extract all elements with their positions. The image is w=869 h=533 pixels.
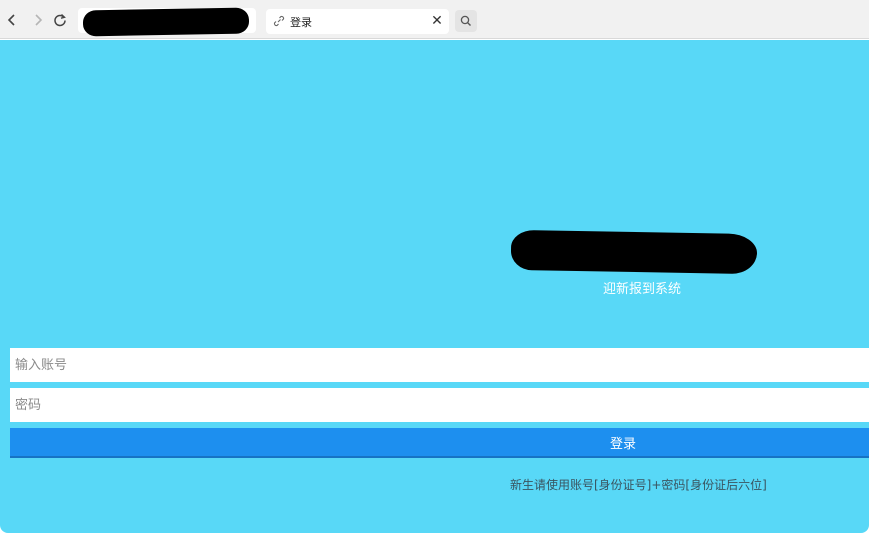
link-icon bbox=[273, 15, 285, 27]
login-hint: 新生请使用账号[身份证号]+密码[身份证后六位] bbox=[510, 478, 767, 492]
browser-toolbar: 登录 ✕ bbox=[0, 0, 869, 39]
chevron-left-icon bbox=[7, 14, 15, 26]
close-icon[interactable]: ✕ bbox=[429, 12, 445, 30]
browser-window: 登录 ✕ 迎新报到系统 登录 新生请使用账号[身份证号]+密码[身份证后六位] bbox=[0, 0, 869, 533]
login-button[interactable]: 登录 bbox=[10, 428, 869, 458]
system-subtitle: 迎新报到系统 bbox=[602, 282, 681, 297]
account-input[interactable] bbox=[10, 348, 869, 382]
forward-button[interactable] bbox=[28, 10, 48, 30]
back-button[interactable] bbox=[2, 10, 22, 30]
login-page: 迎新报到系统 登录 新生请使用账号[身份证号]+密码[身份证后六位] bbox=[0, 40, 869, 533]
reload-icon bbox=[54, 13, 66, 27]
search-icon bbox=[460, 15, 471, 26]
password-input[interactable] bbox=[10, 388, 869, 422]
chevron-right-icon bbox=[35, 14, 43, 26]
redaction-mark bbox=[510, 229, 758, 275]
redaction-mark bbox=[82, 7, 250, 37]
tab-title: 登录 bbox=[290, 16, 312, 29]
search-button[interactable] bbox=[455, 10, 477, 32]
tab-login[interactable]: 登录 ✕ bbox=[266, 9, 449, 34]
reload-button[interactable] bbox=[50, 10, 70, 30]
